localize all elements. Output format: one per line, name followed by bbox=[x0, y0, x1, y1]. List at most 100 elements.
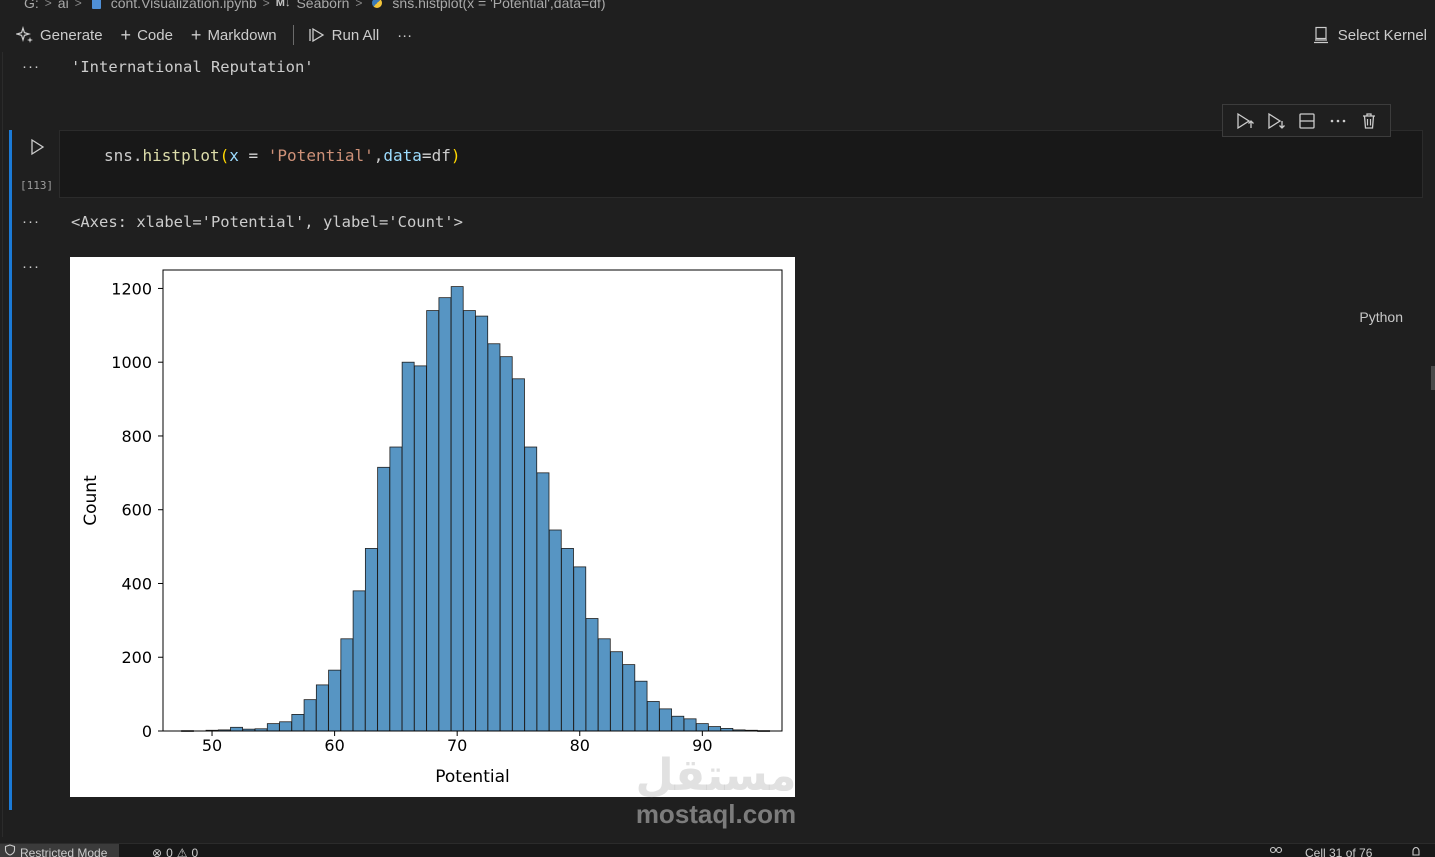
split-icon bbox=[1298, 112, 1315, 129]
kernel-label: Select Kernel bbox=[1337, 26, 1427, 44]
x-tick-label: 70 bbox=[447, 736, 467, 755]
histogram-bar bbox=[352, 590, 366, 732]
play-icon bbox=[31, 138, 45, 156]
python-icon bbox=[372, 0, 383, 8]
markdown-icon: M↓ bbox=[275, 0, 291, 9]
histogram-bar bbox=[413, 365, 427, 732]
code-token: = bbox=[421, 146, 432, 165]
histogram-bar bbox=[266, 723, 280, 732]
trash-icon bbox=[1362, 112, 1375, 129]
histogram-bar bbox=[634, 680, 648, 732]
code-token: sns. bbox=[104, 146, 143, 165]
notebook-toolbar: Generate + Code + Markdown Run All ··· S… bbox=[0, 20, 1435, 50]
histogram-bar bbox=[377, 466, 391, 732]
histogram-bar bbox=[659, 708, 672, 732]
breadcrumb: G: > ai > cont.Visualization.ipynb > M↓ … bbox=[0, 0, 1435, 12]
histogram-bar bbox=[230, 726, 243, 732]
breadcrumb-file[interactable]: cont.Visualization.ipynb bbox=[111, 0, 257, 11]
execute-below-icon bbox=[1267, 112, 1285, 129]
y-tick-label: 600 bbox=[121, 501, 152, 520]
histogram-bar bbox=[315, 684, 329, 732]
ellipsis-icon: ··· bbox=[397, 26, 413, 44]
generate-label: Generate bbox=[40, 26, 103, 44]
histogram-bar bbox=[646, 701, 660, 732]
editor-left-border bbox=[2, 52, 3, 837]
output-actions-icon[interactable]: ··· bbox=[22, 213, 40, 230]
code-token: x bbox=[229, 146, 239, 165]
histogram-bar bbox=[279, 721, 292, 732]
watermark-text: mostaql.com bbox=[635, 799, 797, 829]
run-above-button[interactable] bbox=[1234, 110, 1256, 132]
add-code-button[interactable]: + Code bbox=[121, 26, 173, 44]
chevron-right-icon: > bbox=[44, 0, 52, 10]
code-label: Code bbox=[137, 26, 173, 44]
histogram-bar bbox=[463, 310, 476, 732]
status-bar: Restricted Mode ⊗ 0 ⚠ 0 Cell 31 of 76 bbox=[0, 843, 1435, 857]
code-token: histplot bbox=[142, 146, 220, 165]
cell-focus-indicator bbox=[9, 130, 12, 810]
x-axis-label: Potential bbox=[435, 767, 509, 787]
y-tick-label: 200 bbox=[121, 648, 152, 667]
histogram-bar bbox=[328, 669, 342, 732]
histogram-plot-output: 50 60 70 80 90 0 200 400 600 800 1000 1200 Potential… bbox=[70, 257, 795, 797]
histogram-bar bbox=[536, 472, 550, 732]
axes-repr-output: <Axes: xlabel='Potential', ylabel='Count… bbox=[71, 213, 463, 231]
histogram-bar bbox=[487, 343, 501, 732]
code-token: data bbox=[383, 146, 422, 165]
sparkle-icon bbox=[16, 26, 33, 43]
select-kernel-button[interactable]: Select Kernel bbox=[1312, 20, 1427, 50]
scrollbar-marker[interactable] bbox=[1431, 366, 1435, 390]
run-all-button[interactable]: Run All bbox=[308, 26, 379, 44]
markdown-label: Markdown bbox=[207, 26, 277, 44]
x-tick-label: 80 bbox=[570, 736, 590, 755]
previous-output-text: 'International Reputation' bbox=[71, 58, 314, 76]
run-below-button[interactable] bbox=[1265, 110, 1287, 132]
plus-icon: + bbox=[190, 25, 202, 45]
run-cell-button[interactable] bbox=[28, 138, 46, 156]
code-cell-editor[interactable]: sns.histplot(x = 'Potential',data=df) Py… bbox=[59, 130, 1423, 325]
notebook-file-icon bbox=[91, 0, 101, 9]
breadcrumb-folder[interactable]: ai bbox=[58, 0, 69, 11]
ellipsis-icon bbox=[1330, 119, 1345, 122]
watermark: مستقل mostaql.com bbox=[626, 751, 806, 829]
histogram-bar bbox=[683, 718, 697, 732]
breadcrumb-drive[interactable]: G: bbox=[24, 0, 39, 11]
cell-toolbar bbox=[1222, 104, 1391, 137]
histogram-bar bbox=[573, 566, 587, 732]
y-tick-label: 1000 bbox=[111, 353, 152, 372]
histogram-bar bbox=[389, 446, 403, 732]
histogram-bar bbox=[450, 286, 464, 732]
accounts-icon[interactable] bbox=[1268, 846, 1284, 857]
plus-icon: + bbox=[120, 25, 132, 45]
add-markdown-button[interactable]: + Markdown bbox=[191, 26, 277, 44]
histogram-bar bbox=[401, 361, 415, 732]
bell-icon[interactable] bbox=[1410, 846, 1422, 857]
histogram-bar bbox=[475, 315, 489, 732]
histogram-bar bbox=[548, 529, 562, 732]
more-actions-button[interactable]: ··· bbox=[397, 27, 412, 44]
shield-icon bbox=[4, 844, 16, 856]
watermark-logo: مستقل bbox=[635, 751, 797, 800]
cell-language-label[interactable]: Python bbox=[1359, 309, 1403, 325]
warning-icon: ⚠ bbox=[176, 846, 188, 857]
generate-button[interactable]: Generate bbox=[16, 26, 103, 44]
histogram-bar bbox=[671, 715, 685, 732]
code-token: ) bbox=[450, 146, 461, 165]
cell-more-button[interactable] bbox=[1327, 110, 1349, 132]
delete-cell-button[interactable] bbox=[1358, 110, 1380, 132]
histogram-bar bbox=[438, 297, 452, 732]
histogram-bar bbox=[561, 548, 574, 732]
histogram-bar bbox=[708, 726, 721, 732]
output-actions-icon[interactable]: ··· bbox=[22, 58, 40, 75]
cell-position-indicator[interactable]: Cell 31 of 76 bbox=[1305, 844, 1372, 857]
breadcrumb-section[interactable]: Seaborn bbox=[296, 0, 349, 11]
output-actions-icon[interactable]: ··· bbox=[22, 258, 40, 275]
code-token: 'Potential' bbox=[267, 146, 374, 165]
problems-indicator[interactable]: ⊗ 0 ⚠ 0 bbox=[152, 844, 198, 857]
breadcrumb-cell[interactable]: sns.histplot(x = 'Potential',data=df) bbox=[392, 0, 605, 11]
restricted-mode-indicator[interactable]: Restricted Mode bbox=[0, 844, 120, 857]
chevron-right-icon: > bbox=[262, 0, 270, 10]
code-line[interactable]: sns.histplot(x = 'Potential',data=df) bbox=[104, 146, 460, 165]
y-tick-label: 400 bbox=[121, 574, 152, 593]
split-cell-button[interactable] bbox=[1296, 110, 1318, 132]
